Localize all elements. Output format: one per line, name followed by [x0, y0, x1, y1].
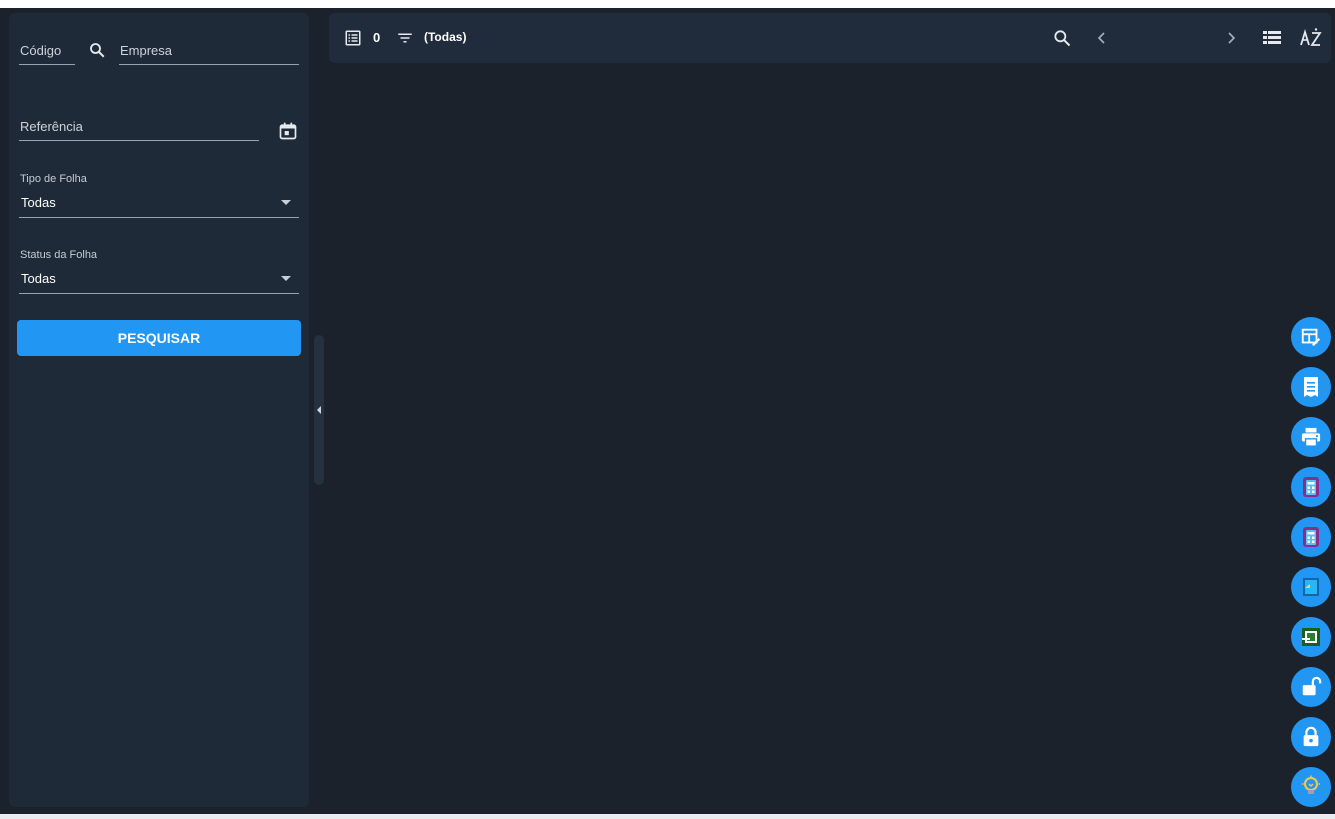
collapse-arrow-icon: [317, 406, 321, 414]
sidebar-collapse-handle[interactable]: [314, 335, 324, 485]
status-folha-label: Status da Folha: [20, 249, 98, 261]
results-toolbar: 0 (Todas): [329, 13, 1331, 63]
chevron-right-icon[interactable]: [1223, 28, 1239, 48]
edit-table-icon[interactable]: [1291, 317, 1331, 357]
chevron-down-icon: [281, 276, 291, 281]
status-folha-value: Todas: [21, 271, 56, 286]
lock-icon[interactable]: [1291, 717, 1331, 757]
lightbulb-icon[interactable]: [1291, 767, 1331, 807]
view-list-icon[interactable]: [1261, 27, 1283, 49]
search-icon[interactable]: [1051, 27, 1073, 49]
codigo-field[interactable]: Código: [19, 39, 75, 65]
list-icon[interactable]: [343, 28, 363, 48]
chevron-down-icon: [281, 200, 291, 205]
document-icon[interactable]: [1291, 567, 1331, 607]
tipo-folha-select[interactable]: Tipo de Folha Todas: [19, 173, 299, 218]
calculator-icon[interactable]: [1291, 517, 1331, 557]
filter-icon[interactable]: [394, 28, 416, 48]
codigo-label: Código: [20, 43, 62, 58]
search-icon[interactable]: [87, 40, 107, 60]
record-count: 0: [373, 30, 381, 45]
chevron-left-icon[interactable]: [1094, 28, 1110, 48]
filter-text: (Todas): [424, 30, 467, 44]
tipo-folha-value: Todas: [21, 195, 56, 210]
empresa-label: Empresa: [120, 43, 173, 58]
window-bottom-strip: [0, 814, 1335, 819]
window-top-strip: [0, 0, 1335, 8]
print-icon[interactable]: [1291, 417, 1331, 457]
add-screen-icon[interactable]: [1291, 617, 1331, 657]
sort-az-icon[interactable]: [1299, 26, 1323, 50]
pesquisar-button[interactable]: PESQUISAR: [17, 320, 301, 356]
empresa-field[interactable]: Empresa: [119, 39, 299, 65]
calendar-icon[interactable]: [276, 119, 300, 143]
filter-sidebar: Código Empresa Referência Tipo de Folha …: [9, 13, 309, 807]
referencia-field[interactable]: Referência: [19, 113, 259, 141]
status-folha-select[interactable]: Status da Folha Todas: [19, 249, 299, 294]
unlock-icon[interactable]: [1291, 667, 1331, 707]
tipo-folha-label: Tipo de Folha: [20, 173, 87, 185]
referencia-label: Referência: [20, 119, 83, 134]
receipt-icon[interactable]: [1291, 367, 1331, 407]
calculator-icon[interactable]: [1291, 467, 1331, 507]
